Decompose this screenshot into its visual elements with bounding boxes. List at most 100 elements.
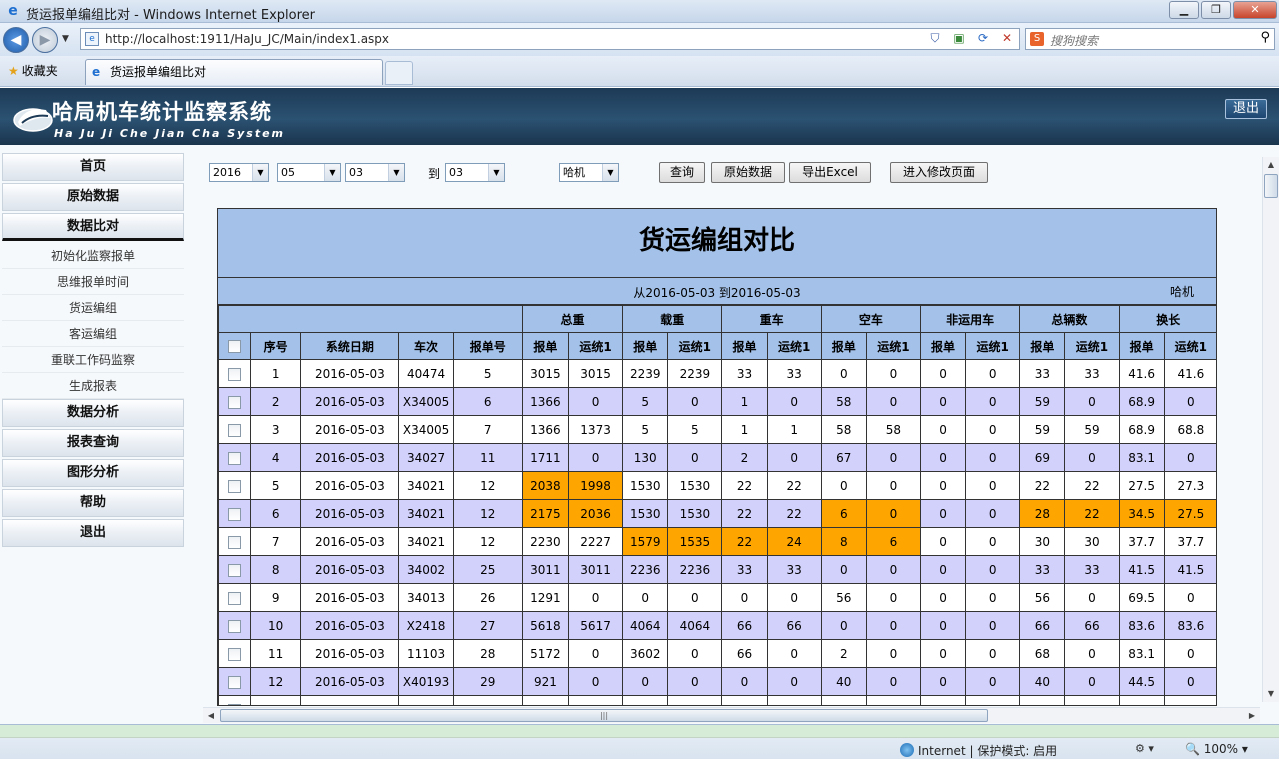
sidebar-menu-head-9[interactable]: 数据分析 [2,399,184,427]
day-select[interactable]: 03 ▼ [345,163,405,182]
table-cell: 41.5 [1163,555,1216,584]
table-cell: 0 [567,667,624,696]
status-tools-icon[interactable]: ⚙ ▾ [1135,742,1154,755]
compatibility-view-icon[interactable]: ▣ [951,31,967,46]
horizontal-scrollbar[interactable]: ◀ ||| ▶ [203,707,1260,723]
column-header-8: 报单 [721,332,768,360]
sidebar-menu-head-1[interactable]: 原始数据 [2,183,184,211]
table-cell: 1579 [622,527,669,556]
row-checkbox[interactable] [228,563,242,577]
vertical-scrollbar[interactable]: ▲ ▼ [1262,157,1279,702]
row-checkbox[interactable] [228,647,242,661]
row-checkbox[interactable] [228,423,242,437]
stop-icon[interactable]: ✕ [999,31,1015,46]
forward-button[interactable]: ▶ [32,27,58,53]
sidebar-menu-head-13[interactable]: 退出 [2,519,184,547]
row-checkbox[interactable] [228,535,242,549]
sidebar-menu-item-3[interactable]: 初始化监察报单 [2,243,184,269]
raw-data-button[interactable]: 原始数据 [711,162,785,183]
year-select[interactable]: 2016 ▼ [209,163,269,182]
table-cell: 0 [865,387,922,416]
row-checkbox[interactable] [228,367,242,381]
row-select-cell [218,387,252,416]
sidebar-menu-item-5[interactable]: 货运编组 [2,295,184,321]
table-cell: 0 [667,387,723,416]
back-button[interactable]: ◀ [3,27,29,53]
table-cell: 0 [622,583,669,612]
row-checkbox[interactable] [228,591,242,605]
search-icon[interactable]: ⚲ [1260,30,1270,45]
maximize-button[interactable]: ❐ [1201,1,1231,19]
sidebar-menu-head-0[interactable]: 首页 [2,153,184,181]
table-cell: 2175 [521,499,570,528]
window-title: 货运报单编组比对 - Windows Internet Explorer [26,8,315,23]
table-cell: 51 [820,695,867,705]
url-field[interactable]: e http://localhost:1911/HaJu_JC/Main/ind… [80,28,1020,50]
recent-pages-dropdown-icon[interactable]: ▼ [62,34,69,44]
sidebar-menu-item-4[interactable]: 思维报单时间 [2,269,184,295]
table-cell: 33 [721,555,768,584]
row-checkbox[interactable] [228,507,242,521]
table-cell: 41.6 [1118,359,1165,388]
table-cell: 56 [1019,583,1066,612]
row-checkbox[interactable] [228,619,242,633]
table-cell: 0 [965,471,1021,500]
row-checkbox[interactable] [228,479,242,493]
table-cell: 27.3 [1163,471,1216,500]
export-excel-button[interactable]: 导出Excel [789,162,871,183]
sidebar-menu-item-6[interactable]: 客运编组 [2,321,184,347]
scroll-right-icon[interactable]: ▶ [1244,708,1260,724]
month-select[interactable]: 05 ▼ [277,163,341,182]
vertical-scroll-thumb[interactable] [1264,174,1278,198]
sidebar-menu-head-11[interactable]: 图形分析 [2,459,184,487]
table-cell: 0 [1064,639,1120,668]
shield-icon[interactable]: ⛉ [927,31,943,46]
query-button[interactable]: 查询 [659,162,705,183]
row-checkbox[interactable] [228,703,242,705]
scroll-up-icon[interactable]: ▲ [1263,157,1279,173]
table-cell: 2016-05-03 [300,527,400,556]
new-tab-button[interactable] [385,61,413,85]
refresh-icon[interactable]: ⟳ [975,31,991,46]
table-cell: 3 [250,415,302,444]
row-checkbox[interactable] [228,675,242,689]
sidebar-menu-head-12[interactable]: 帮助 [2,489,184,517]
table-cell: X40193 [398,667,454,696]
year-value: 2016 [213,166,241,179]
search-field[interactable]: S 搜狗搜索 ⚲ [1025,28,1275,50]
row-checkbox[interactable] [228,395,242,409]
sidebar-menu-head-10[interactable]: 报表查询 [2,429,184,457]
logout-button[interactable]: 退出 [1225,99,1267,119]
table-cell: 0 [965,639,1021,668]
scroll-left-icon[interactable]: ◀ [203,708,219,724]
sidebar-menu-item-7[interactable]: 重联工作码监察 [2,347,184,373]
edit-page-button[interactable]: 进入修改页面 [890,162,988,183]
table-cell: 1373 [567,415,624,444]
column-header-10: 报单 [820,332,867,360]
to-day-select[interactable]: 03 ▼ [445,163,505,182]
table-row: 11 2016-05-03 11103 28 5172 0 3602 0 66 0 2 0 0 0 68 0 8… [218,639,1216,668]
horizontal-scroll-thumb[interactable]: ||| [220,709,988,722]
close-window-button[interactable]: ✕ [1233,1,1277,19]
search-placeholder[interactable]: 搜狗搜索 [1050,32,1098,49]
table-cell: 1530 [622,499,669,528]
scroll-down-icon[interactable]: ▼ [1263,686,1279,702]
table-cell: 0 [721,667,768,696]
select-all-checkbox[interactable] [228,340,242,353]
sidebar-menu-head-2[interactable]: 数据比对 [2,213,184,241]
security-zone[interactable]: Internet | 保护模式: 启用 [900,742,1057,759]
table-cell: 1373 [567,695,624,705]
favorites-button[interactable]: ★ 收藏夹 [4,61,64,81]
table-cell: 37.7 [1163,527,1216,556]
sidebar-menu-item-8[interactable]: 生成报表 [2,373,184,399]
minimize-button[interactable]: ▁ [1169,1,1199,19]
browser-tab[interactable]: e 货运报单编组比对 [85,59,383,85]
report-depot: 哈机 [1169,285,1194,299]
row-select-cell [218,527,252,556]
column-header-11: 运统1 [865,332,922,360]
zoom-control[interactable]: 🔍 100% ▾ [1185,742,1248,756]
table-cell: 59 [1019,415,1066,444]
depot-select[interactable]: 哈机 ▼ [559,163,619,182]
url-text[interactable]: http://localhost:1911/HaJu_JC/Main/index… [105,32,389,46]
row-checkbox[interactable] [228,451,242,465]
